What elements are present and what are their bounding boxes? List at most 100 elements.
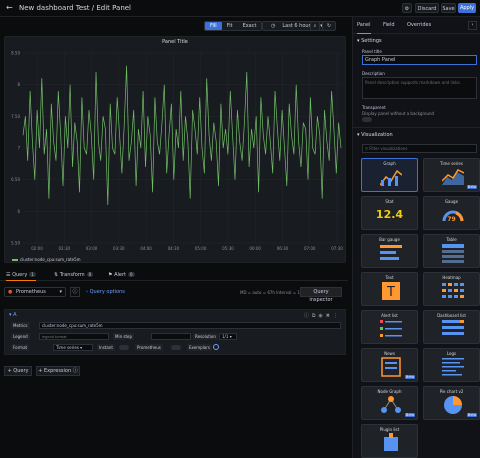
settings-section-header[interactable]: ▾ Settings — [357, 38, 382, 44]
legend-format-input[interactable] — [39, 333, 109, 340]
instant-toggle[interactable] — [119, 345, 129, 350]
bell-icon: ⚑ — [108, 272, 113, 278]
description-textarea[interactable]: Panel description supports markdown and … — [362, 77, 477, 99]
back-arrow-icon[interactable]: ← — [6, 4, 14, 12]
metrics-query-input[interactable]: cluster:node_cpu:sum_rate5m — [39, 322, 341, 329]
x-tick-label: 05:30 — [222, 246, 234, 251]
tab-alert[interactable]: ⚑ Alert 0 — [108, 270, 135, 281]
x-tick-label: 07:30 — [331, 246, 343, 251]
add-expression-label: Expression — [44, 368, 72, 374]
visualization-card[interactable]: Pie chart v2 Beta — [423, 386, 480, 420]
options-pane: Panel Field Overrides › ▾ Settings Panel… — [352, 17, 480, 458]
transform-icon: ⇅ — [54, 272, 59, 278]
eye-icon[interactable]: ◉ — [318, 313, 325, 319]
filter-visualizations-input[interactable]: ⚲ Filter visualizations — [362, 144, 477, 153]
tab-field[interactable]: Field — [383, 21, 395, 34]
visualization-card[interactable]: Plugin list — [361, 424, 418, 458]
visualization-card-label: Heatmap — [442, 275, 461, 280]
transparent-toggle[interactable] — [362, 117, 372, 122]
table-icon — [442, 244, 464, 263]
visualization-card[interactable]: Graph — [361, 158, 418, 192]
x-tick-label: 07:00 — [304, 246, 316, 251]
trash-icon[interactable]: ✖ — [326, 313, 333, 319]
visualization-card[interactable]: News Beta — [361, 348, 418, 382]
apply-button[interactable]: Apply — [458, 3, 476, 13]
panel-title-label: Panel title — [362, 49, 382, 54]
text-icon: T — [382, 282, 400, 300]
clock-icon: ◷ — [271, 23, 276, 29]
y-tick-label: 7.50 — [11, 114, 20, 119]
gear-icon[interactable]: ⚙ — [402, 3, 412, 13]
tab-panel[interactable]: Panel — [357, 21, 371, 34]
visualization-card-label: Time series — [440, 161, 463, 166]
tab-overrides[interactable]: Overrides — [407, 21, 431, 34]
visualization-card-label: Table — [446, 237, 457, 242]
panel-title-input[interactable] — [362, 55, 477, 65]
visualization-card[interactable]: Table — [423, 234, 480, 268]
legend-color-swatch — [12, 259, 18, 261]
format-label: Format — [11, 344, 30, 351]
query-options-button[interactable]: › Query options — [86, 289, 125, 295]
stat-icon: 12.4 — [375, 208, 404, 221]
resolution-label: Resolution — [193, 333, 218, 340]
add-query-label: Query — [13, 368, 29, 374]
visualization-card[interactable]: Text T — [361, 272, 418, 306]
x-tick-label: 06:30 — [277, 246, 289, 251]
resolution-select[interactable]: 1/1 ▾ — [219, 333, 237, 340]
zoom-out-icon[interactable]: ⌕ — [310, 21, 320, 31]
visualization-card[interactable]: Stat 12.4 — [361, 196, 418, 230]
visualization-card[interactable]: Gauge 79 — [423, 196, 480, 230]
visualization-card[interactable]: Time series Beta — [423, 158, 480, 192]
x-tick-label: 02:30 — [59, 246, 71, 251]
fill-option[interactable]: Fill — [205, 22, 222, 30]
visualization-card[interactable]: Logs — [423, 348, 480, 382]
format-select[interactable]: Time series ▾ — [53, 344, 93, 351]
discard-button[interactable]: Discard — [415, 3, 439, 13]
x-tick-label: 03:30 — [113, 246, 125, 251]
heatmap-icon — [442, 283, 464, 298]
save-button[interactable]: Save — [441, 3, 456, 13]
query-row-header[interactable]: ▾ A — [9, 312, 17, 318]
add-expression-button[interactable]: + Expression ⓘ — [36, 366, 80, 376]
page-title: New dashboard Test / Edit Panel — [19, 4, 132, 12]
visualization-card-label: Text — [385, 275, 394, 280]
visualization-card[interactable]: Node Graph Beta — [361, 386, 418, 420]
series-line — [22, 65, 342, 206]
settings-header: Settings — [361, 38, 382, 44]
visualization-card[interactable]: Heatmap — [423, 272, 480, 306]
refresh-icon[interactable]: ↻ — [322, 21, 336, 31]
collapse-pane-icon[interactable]: › — [468, 21, 477, 30]
legend-item[interactable]: cluster:node_cpu:sum_rate5m — [12, 257, 81, 262]
exact-option[interactable]: Exact — [238, 22, 262, 30]
datasource-picker[interactable]: ● Prometheus ▾ — [4, 287, 66, 297]
visualization-section-header[interactable]: ▾ Visualization — [357, 132, 393, 138]
visualization-card[interactable]: Alert list — [361, 310, 418, 344]
chevron-right-icon: › — [86, 289, 88, 295]
tab-query[interactable]: ☰ Query 1 — [6, 270, 36, 281]
top-bar: ← New dashboard Test / Edit Panel ⚙ Disc… — [0, 0, 480, 17]
plugin-list-icon — [384, 433, 398, 451]
visualization-card[interactable]: Bar gauge — [361, 234, 418, 268]
tab-transform[interactable]: ⇅ Transform 0 — [54, 270, 94, 281]
bar-gauge-icon — [380, 245, 402, 260]
datasource-help-icon[interactable]: ⓘ — [70, 287, 80, 297]
database-icon: ☰ — [6, 272, 11, 278]
visualization-card-label: Alert list — [381, 313, 398, 318]
query-inspector-button[interactable]: Query inspector — [300, 287, 342, 303]
drag-handle-icon[interactable]: ⋮ — [333, 313, 341, 319]
min-step-input[interactable] — [151, 333, 191, 340]
tab-transform-label: Transform — [59, 272, 85, 278]
instant-label: Instant — [97, 344, 115, 351]
beta-badge: Beta — [466, 413, 477, 417]
y-tick-label: 6.50 — [11, 177, 20, 182]
fit-option[interactable]: Fit — [222, 22, 238, 30]
prometheus-toggle[interactable] — [171, 345, 181, 350]
logs-icon — [442, 358, 464, 376]
help-icon[interactable]: ⓘ — [304, 313, 312, 319]
visualization-card[interactable]: Dashboard list — [423, 310, 480, 344]
add-query-button[interactable]: + Query — [4, 366, 32, 376]
alert-count-badge: 0 — [127, 272, 135, 277]
exemplars-toggle[interactable] — [213, 344, 219, 350]
visualization-card-label: Graph — [383, 161, 396, 166]
min-step-label: Min step — [113, 333, 135, 340]
